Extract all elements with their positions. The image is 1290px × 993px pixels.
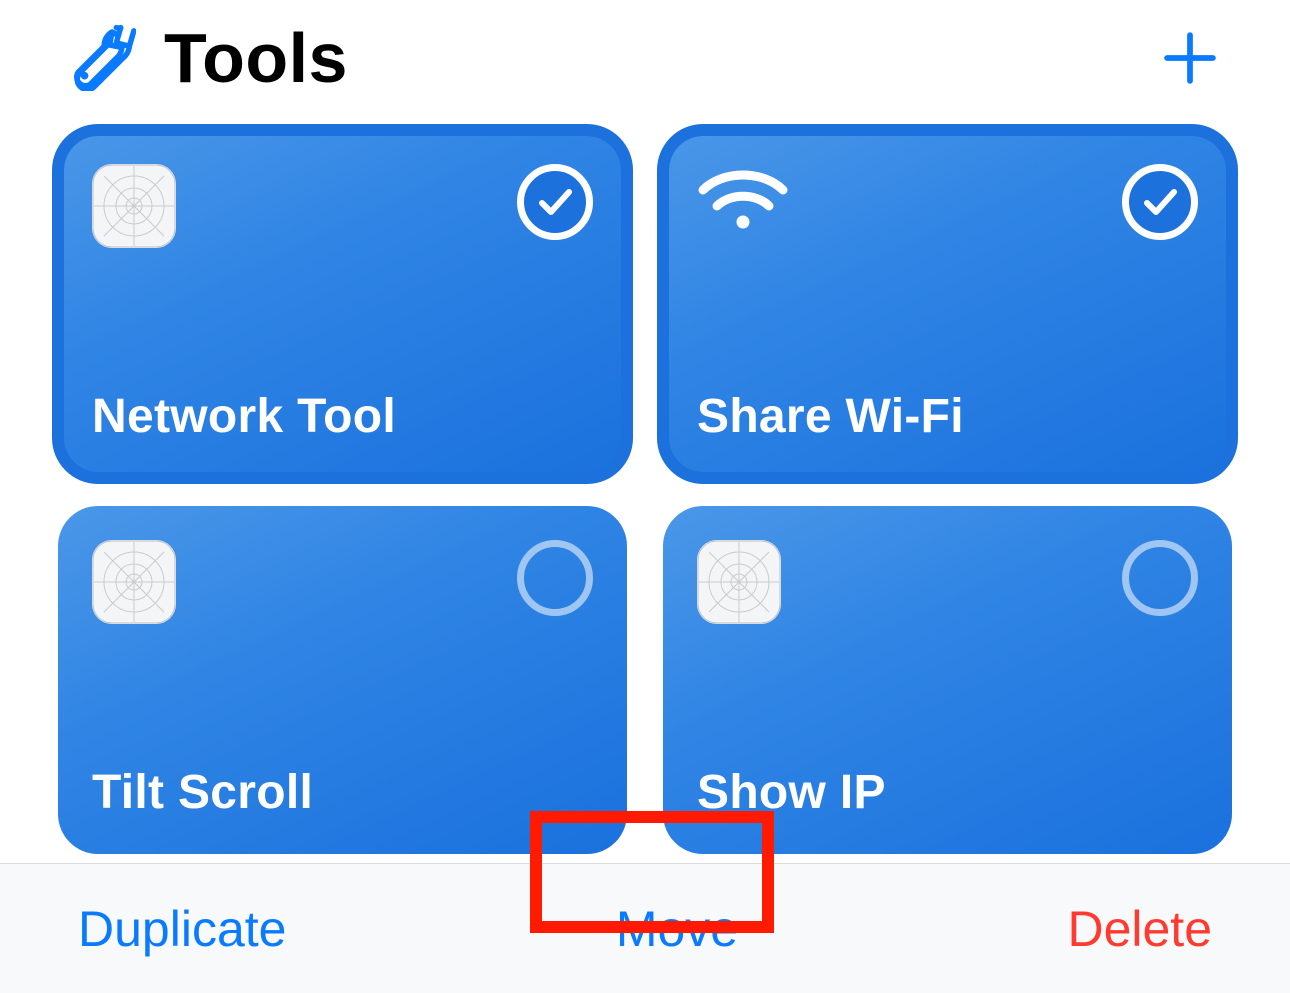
- duplicate-button[interactable]: Duplicate: [58, 892, 306, 966]
- selection-checkmark-icon[interactable]: [1122, 164, 1198, 240]
- wifi-icon: [697, 164, 789, 239]
- selection-empty-icon[interactable]: [517, 540, 593, 616]
- card-top-row: [697, 164, 1198, 240]
- header-left: Tools: [66, 18, 348, 98]
- action-bar: Duplicate Move Delete: [0, 863, 1290, 993]
- app-grid-icon: [92, 164, 176, 248]
- app-grid-icon: [92, 540, 176, 624]
- move-button[interactable]: Move: [596, 892, 758, 966]
- shortcut-card[interactable]: Share Wi-Fi: [663, 130, 1232, 478]
- tools-selection-screen: Tools: [0, 0, 1290, 993]
- delete-button[interactable]: Delete: [1047, 892, 1232, 966]
- card-top-row: [697, 540, 1198, 624]
- shortcut-label: Show IP: [697, 765, 1198, 820]
- wrench-icon: [66, 21, 136, 96]
- shortcut-card[interactable]: Tilt Scroll: [58, 506, 627, 854]
- shortcut-card[interactable]: Show IP: [663, 506, 1232, 854]
- header: Tools: [0, 0, 1290, 106]
- shortcut-label: Share Wi-Fi: [697, 389, 1198, 444]
- shortcut-label: Tilt Scroll: [92, 765, 593, 820]
- selection-checkmark-icon[interactable]: [517, 164, 593, 240]
- app-grid-icon: [697, 540, 781, 624]
- plus-icon: [1162, 30, 1218, 86]
- shortcuts-grid: Network Tool Share Wi-Fi: [0, 106, 1290, 854]
- card-top-row: [92, 540, 593, 624]
- shortcut-card[interactable]: Network Tool: [58, 130, 627, 478]
- shortcut-label: Network Tool: [92, 389, 593, 444]
- add-button[interactable]: [1156, 24, 1224, 92]
- selection-empty-icon[interactable]: [1122, 540, 1198, 616]
- card-top-row: [92, 164, 593, 248]
- page-title: Tools: [164, 18, 348, 98]
